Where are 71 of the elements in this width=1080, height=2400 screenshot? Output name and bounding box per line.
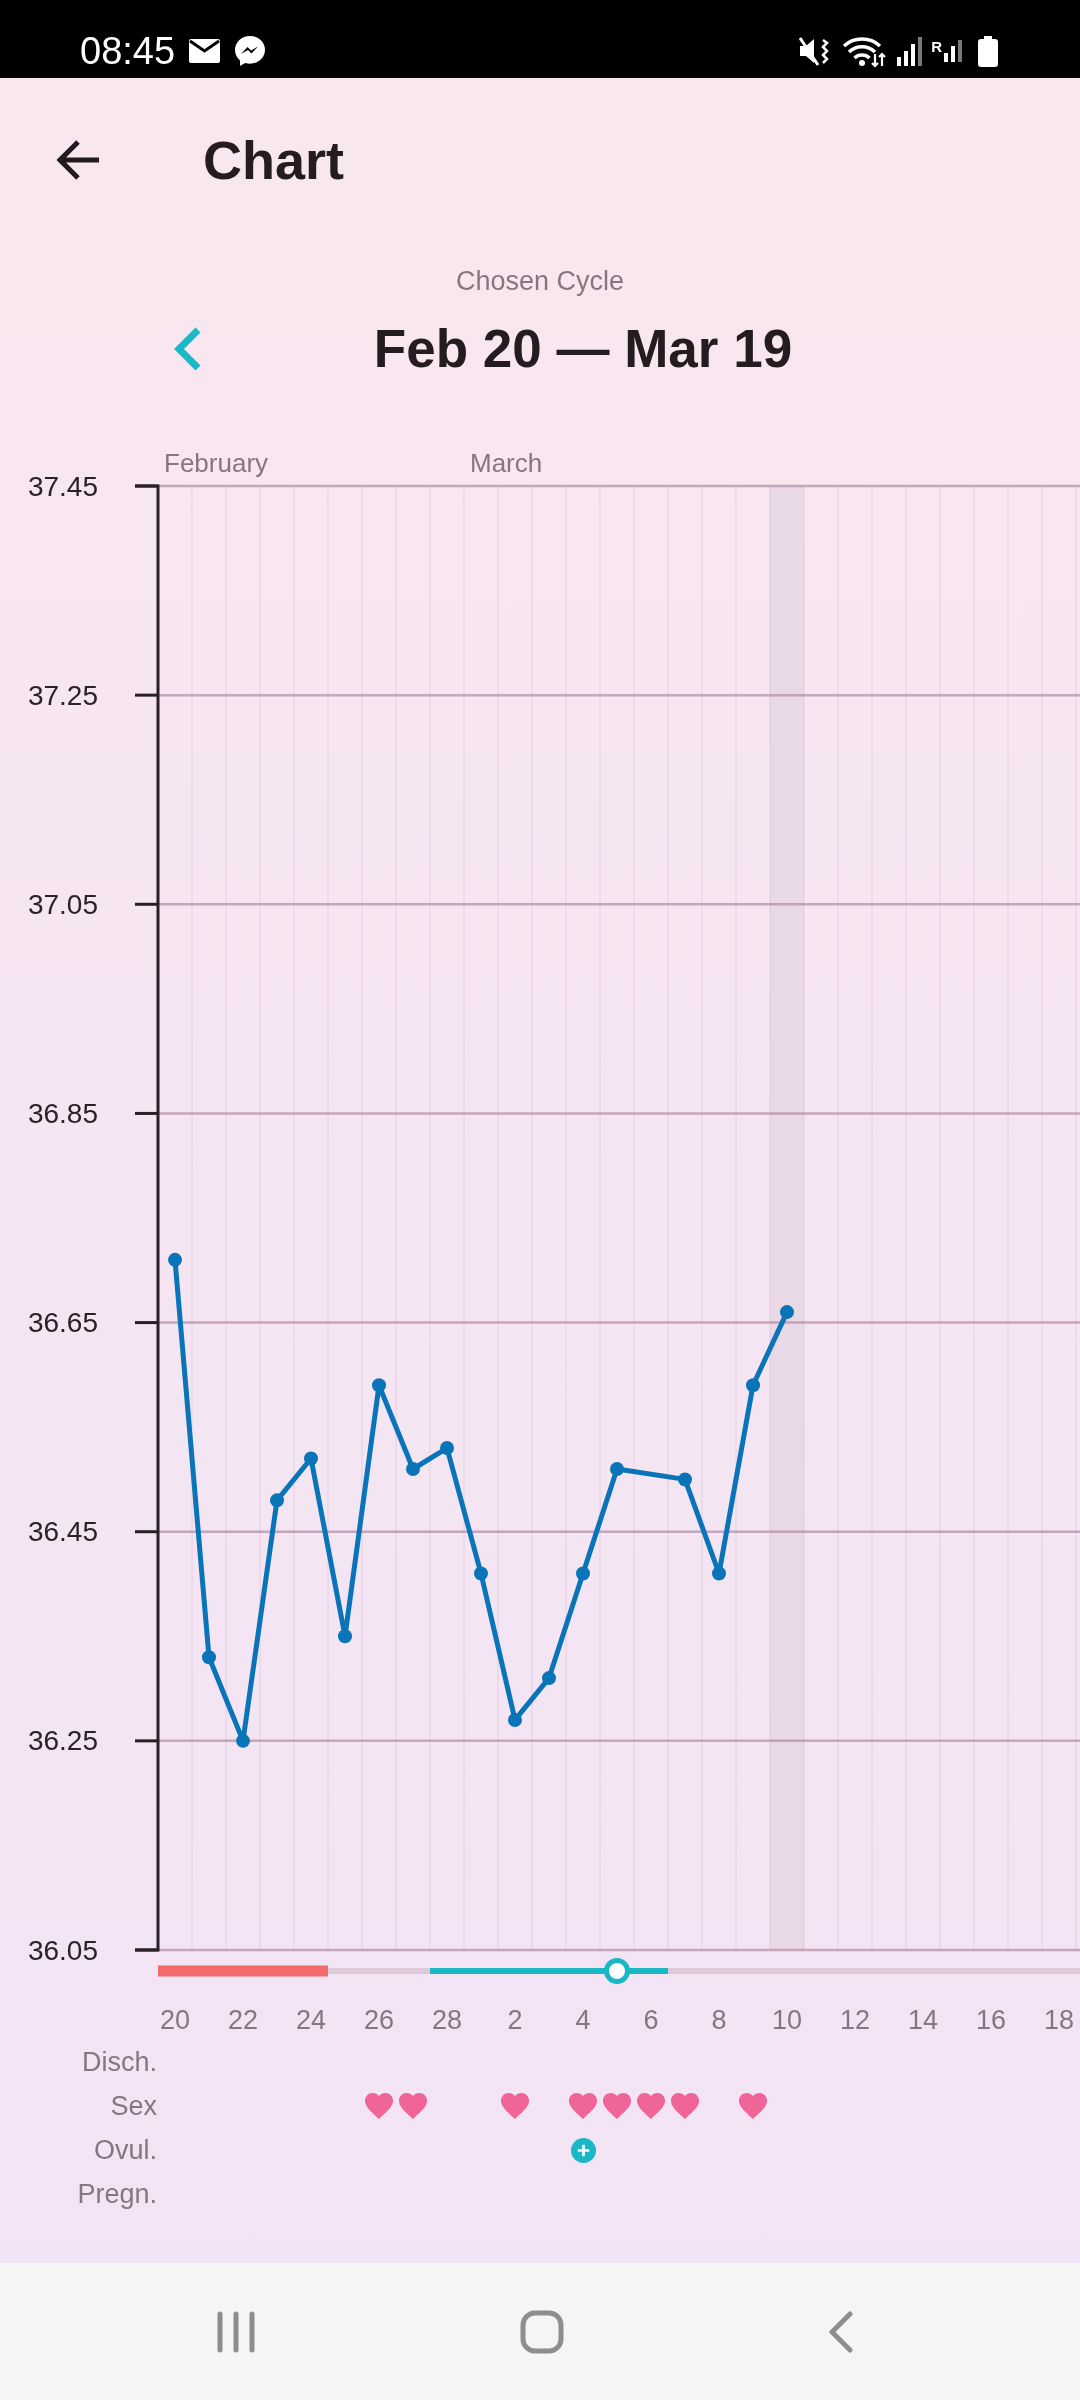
row-label: Pregn.: [77, 2178, 157, 2211]
y-tick-label: 37.45: [27, 470, 98, 502]
data-point: [270, 1493, 284, 1508]
battery-icon: [977, 35, 999, 67]
y-tick-label: 36.45: [27, 1516, 98, 1548]
data-point: [406, 1461, 420, 1476]
x-tick-label: 22: [228, 2005, 258, 2035]
x-tick-label: 26: [364, 2005, 394, 2035]
data-point: [542, 1671, 556, 1686]
x-tick-label: 10: [772, 2005, 802, 2035]
x-tick-label: 2: [507, 2005, 523, 2035]
row-label: Ovul.: [93, 2134, 157, 2167]
month-label: March: [470, 448, 543, 478]
data-point: [304, 1451, 318, 1466]
x-tick-label: 18: [1044, 2005, 1074, 2035]
heart-icon: [670, 2093, 700, 2119]
data-point: [746, 1378, 760, 1393]
x-tick-label: 20: [160, 2005, 190, 2035]
status-time: 08:45: [80, 29, 176, 73]
data-point: [780, 1305, 794, 1320]
data-point: [236, 1733, 250, 1748]
y-tick-label: 37.05: [27, 888, 98, 920]
y-tick-label: 36.05: [27, 1934, 98, 1966]
data-point: [508, 1712, 522, 1727]
heart-icon: [636, 2093, 666, 2119]
data-point: [372, 1378, 386, 1393]
data-point: [168, 1252, 182, 1267]
heart-icon: [738, 2093, 768, 2119]
data-point: [474, 1566, 488, 1581]
cycle-date-range: Feb 20 — Mar 19: [372, 318, 794, 380]
x-tick-label: 16: [976, 2005, 1006, 2035]
x-tick-label: 8: [711, 2005, 727, 2035]
home-icon[interactable]: [520, 2309, 564, 2354]
x-tick-label: 4: [575, 2005, 591, 2035]
roaming-indicator: R: [931, 39, 942, 54]
chat-bubble-icon: [234, 35, 267, 67]
recent-apps-icon[interactable]: [216, 2310, 256, 2353]
row-label: Disch.: [82, 2046, 157, 2079]
plus-circle-icon: [570, 2137, 596, 2163]
heart-icon: [602, 2093, 632, 2119]
y-tick-label: 36.25: [27, 1725, 98, 1757]
heart-icon: [500, 2093, 530, 2119]
x-tick-label: 24: [296, 2005, 326, 2035]
chevron-left-icon[interactable]: [172, 326, 202, 372]
y-tick-label: 36.65: [27, 1307, 98, 1339]
x-tick-label: 28: [432, 2005, 462, 2035]
signal-icon: [943, 39, 963, 63]
data-point: [440, 1441, 454, 1456]
ring-marker-icon: [604, 1958, 630, 1984]
mail-icon: [189, 39, 221, 63]
heart-icon: [398, 2093, 428, 2119]
data-point: [338, 1629, 352, 1644]
data-point: [678, 1472, 692, 1487]
x-tick-label: 6: [643, 2005, 659, 2035]
heart-icon: [568, 2093, 598, 2119]
data-point: [576, 1566, 590, 1581]
back-icon[interactable]: [828, 2310, 854, 2353]
month-label: February: [164, 448, 269, 478]
row-label: Sex: [110, 2090, 157, 2123]
cycle-caption: Chosen Cycle: [455, 265, 625, 298]
data-point: [202, 1650, 216, 1665]
data-point: [610, 1461, 624, 1476]
wifi-icon: [842, 34, 887, 68]
y-tick-label: 37.25: [27, 679, 98, 711]
screen-title: Chart: [203, 129, 344, 192]
data-point: [712, 1566, 726, 1581]
x-tick-label: 14: [908, 2005, 938, 2035]
x-tick-label: 12: [840, 2005, 870, 2035]
y-tick-label: 36.85: [27, 1097, 98, 1129]
signal-icon: [896, 35, 924, 67]
heart-icon: [364, 2093, 394, 2119]
